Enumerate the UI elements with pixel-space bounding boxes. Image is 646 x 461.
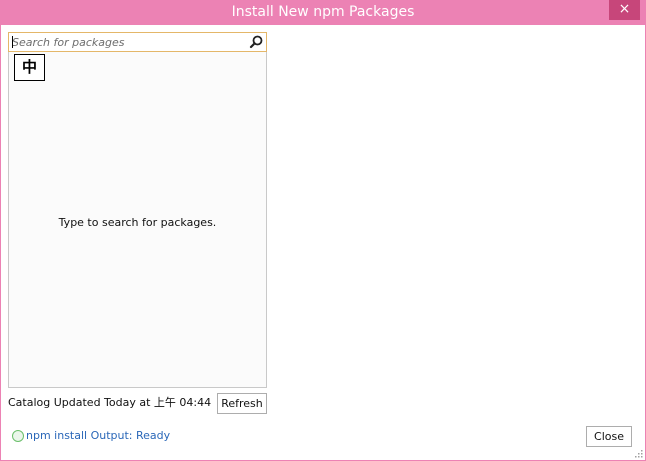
text-caret: [12, 36, 13, 48]
search-icon[interactable]: [248, 34, 264, 50]
search-input[interactable]: [9, 33, 244, 51]
status-indicator-icon: [12, 430, 24, 442]
npm-output-link[interactable]: npm install Output: Ready: [26, 429, 170, 443]
empty-results-message: Type to search for packages.: [58, 216, 217, 229]
refresh-button[interactable]: Refresh: [217, 393, 267, 414]
catalog-status: Catalog Updated Today at 上午 04:44: [8, 396, 212, 409]
search-box[interactable]: [8, 32, 267, 52]
ime-indicator: 中: [14, 54, 45, 81]
package-results-list[interactable]: 中 Type to search for packages.: [8, 52, 267, 388]
resize-grip-icon[interactable]: [633, 448, 643, 458]
close-button[interactable]: Close: [586, 426, 632, 447]
dialog-body: 中 Type to search for packages. Catalog U…: [1, 25, 645, 460]
title-bar[interactable]: Install New npm Packages ×: [0, 0, 646, 25]
window-close-button[interactable]: ×: [609, 0, 640, 20]
window-title: Install New npm Packages: [231, 4, 415, 20]
